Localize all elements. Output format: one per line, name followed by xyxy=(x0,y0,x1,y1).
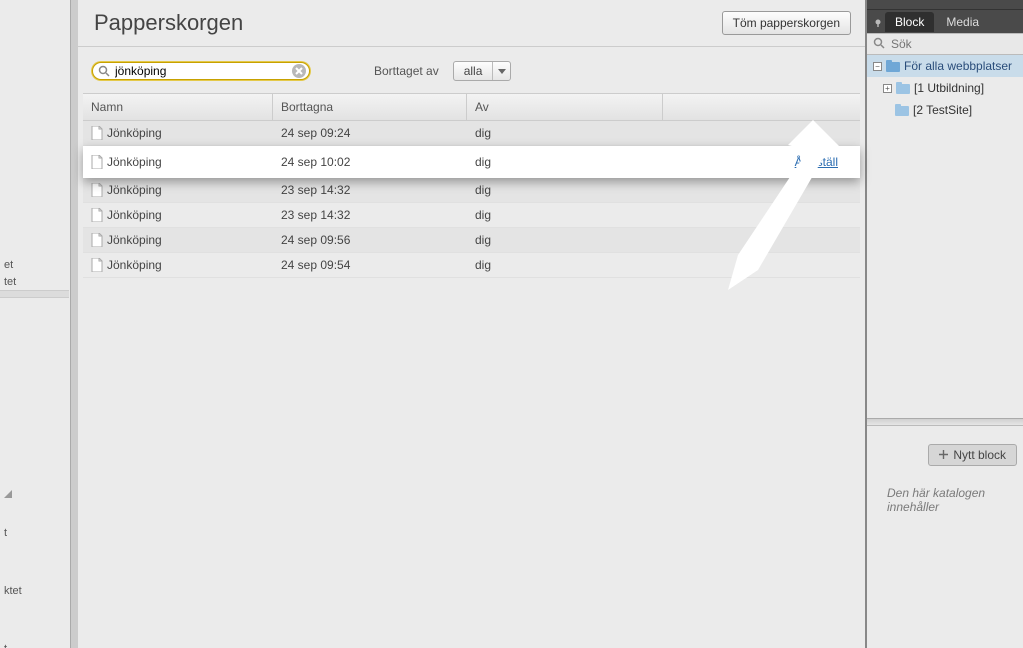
table-row[interactable]: Jönköping 23 sep 14:32dig xyxy=(83,203,860,228)
right-lower: Nytt block Den här katalogen innehåller xyxy=(867,426,1023,648)
row-name: Jönköping xyxy=(107,183,162,197)
restore-link[interactable]: Återställ xyxy=(795,155,852,169)
right-tabs: Block Media xyxy=(867,10,1023,33)
pin-icon[interactable] xyxy=(873,17,883,27)
deleted-by-dropdown[interactable]: alla xyxy=(453,61,512,81)
table-row[interactable]: Jönköping 24 sep 09:56dig xyxy=(83,228,860,253)
row-deleted: 24 sep 09:24 xyxy=(273,121,467,145)
left-item[interactable]: ktet xyxy=(0,582,67,600)
table-row[interactable]: Jönköping 24 sep 10:02dig Återställ xyxy=(83,146,860,178)
tab-media[interactable]: Media xyxy=(936,12,989,32)
left-item[interactable]: et xyxy=(0,256,67,274)
table-row[interactable]: Jönköping 23 sep 14:32dig xyxy=(83,178,860,203)
title-bar: Papperskorgen Töm papperskorgen xyxy=(78,0,865,47)
page-icon xyxy=(91,233,103,247)
col-actions xyxy=(663,94,860,120)
row-by: dig xyxy=(467,121,663,145)
tree-root[interactable]: − För alla webbplatser xyxy=(867,55,1023,77)
col-deleted[interactable]: Borttagna xyxy=(273,94,467,120)
empty-trash-button[interactable]: Töm papperskorgen xyxy=(722,11,851,35)
plus-icon xyxy=(939,448,948,462)
row-deleted: 23 sep 14:32 xyxy=(273,178,467,202)
search-input[interactable] xyxy=(92,62,310,80)
right-panel: Block Media − För alla webbplatser + xyxy=(866,0,1023,648)
row-deleted: 24 sep 09:56 xyxy=(273,228,467,252)
row-by: dig xyxy=(467,150,663,174)
row-name: Jönköping xyxy=(107,155,162,169)
expand-icon[interactable]: + xyxy=(883,84,892,93)
left-item[interactable]: t xyxy=(0,640,67,648)
panel-splitter[interactable] xyxy=(867,418,1023,426)
left-item[interactable]: tet xyxy=(0,273,67,291)
folder-icon xyxy=(886,60,900,72)
empty-folder-message: Den här katalogen innehåller xyxy=(887,486,1023,514)
folder-icon xyxy=(896,82,910,94)
row-name: Jönköping xyxy=(107,258,162,272)
right-search-input[interactable] xyxy=(889,36,1023,52)
clear-search-icon[interactable] xyxy=(292,64,306,78)
deleted-by-label: Borttaget av xyxy=(374,64,439,78)
row-deleted: 23 sep 14:32 xyxy=(273,203,467,227)
search-icon xyxy=(98,65,110,77)
page-icon xyxy=(91,258,103,272)
row-name: Jönköping xyxy=(107,126,162,140)
right-top-strip xyxy=(867,0,1023,10)
search-icon xyxy=(873,37,885,52)
row-name: Jönköping xyxy=(107,233,162,247)
collapse-icon[interactable]: − xyxy=(873,62,882,71)
new-block-button[interactable]: Nytt block xyxy=(928,444,1017,466)
filter-bar: Borttaget av alla xyxy=(78,47,865,93)
left-item-selected[interactable] xyxy=(0,290,69,298)
chevron-down-icon xyxy=(492,62,510,80)
table-row[interactable]: Jönköping 24 sep 09:54dig xyxy=(83,253,860,278)
main-panel: Papperskorgen Töm papperskorgen Borttage… xyxy=(78,0,866,648)
left-item[interactable]: t xyxy=(0,524,67,542)
row-by: dig xyxy=(467,253,663,277)
dropdown-value: alla xyxy=(454,64,493,78)
tree-node[interactable]: [2 TestSite] xyxy=(867,99,1023,121)
search-field[interactable] xyxy=(92,62,310,80)
new-block-label: Nytt block xyxy=(953,448,1006,462)
row-by: dig xyxy=(467,178,663,202)
tree-root-label: För alla webbplatser xyxy=(904,59,1012,73)
left-gutter xyxy=(70,0,78,648)
row-by: dig xyxy=(467,203,663,227)
page-icon xyxy=(91,208,103,222)
page-icon xyxy=(91,126,103,140)
row-by: dig xyxy=(467,228,663,252)
right-search[interactable] xyxy=(867,33,1023,55)
page-title: Papperskorgen xyxy=(94,10,243,36)
table-row[interactable]: Jönköping 24 sep 09:24dig xyxy=(83,121,860,146)
trash-table: Namn Borttagna Av Jönköping24 sep 09:24d… xyxy=(83,93,860,278)
left-drag-handle[interactable] xyxy=(0,486,67,504)
table-header: Namn Borttagna Av xyxy=(83,94,860,121)
tree-node[interactable]: + [1 Utbildning] xyxy=(867,77,1023,99)
tree-node-label: [1 Utbildning] xyxy=(914,81,984,95)
tab-block[interactable]: Block xyxy=(885,12,934,32)
asset-tree: − För alla webbplatser + [1 Utbildning] … xyxy=(867,55,1023,121)
tree-node-label: [2 TestSite] xyxy=(913,103,972,117)
page-icon xyxy=(91,183,103,197)
left-sidebar: et tet t ktet t xyxy=(0,0,78,648)
col-by[interactable]: Av xyxy=(467,94,663,120)
folder-icon xyxy=(895,104,909,116)
row-deleted: 24 sep 09:54 xyxy=(273,253,467,277)
row-deleted: 24 sep 10:02 xyxy=(273,150,467,174)
page-icon xyxy=(91,155,103,169)
row-name: Jönköping xyxy=(107,208,162,222)
col-name[interactable]: Namn xyxy=(83,94,273,120)
